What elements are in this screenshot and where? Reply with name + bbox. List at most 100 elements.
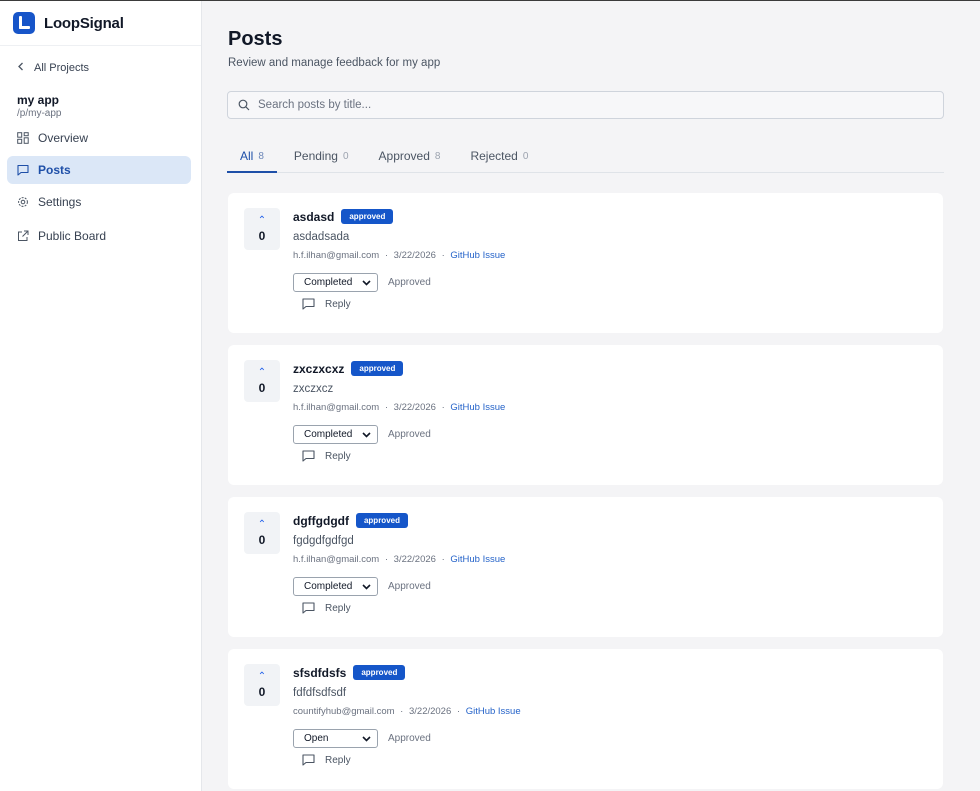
post-header: asdasd approved bbox=[293, 209, 394, 224]
brand[interactable]: LoopSignal bbox=[0, 1, 201, 46]
external-link-icon bbox=[17, 230, 29, 242]
post-meta: h.f.ilhan@gmail.com · 3/22/2026 · GitHub… bbox=[293, 250, 505, 261]
tab-approved[interactable]: Approved 8 bbox=[366, 144, 454, 173]
chevron-down-icon bbox=[362, 278, 371, 288]
meta-separator: · bbox=[384, 250, 389, 261]
reply-button[interactable]: Reply bbox=[302, 450, 351, 462]
tab-count: 8 bbox=[434, 151, 441, 162]
chevron-up-icon: ⌃ bbox=[257, 670, 267, 682]
upvote-button[interactable]: ⌃ 0 bbox=[244, 208, 280, 250]
vote-count: 0 bbox=[258, 228, 266, 243]
meta-separator: · bbox=[441, 554, 445, 565]
sidebar: LoopSignal All Projects my app /p/my-app… bbox=[0, 1, 202, 791]
sidebar-item-overview[interactable]: Overview bbox=[7, 124, 191, 152]
message-square-icon bbox=[302, 602, 315, 614]
tab-rejected[interactable]: Rejected 0 bbox=[457, 144, 541, 173]
status-row: Open Approved bbox=[293, 729, 431, 748]
sidebar-item-posts[interactable]: Posts bbox=[7, 156, 191, 184]
reply-label: Reply bbox=[325, 602, 351, 614]
chevron-up-icon: ⌃ bbox=[257, 518, 267, 530]
post-card: ⌃ 0 dgffgdgdf approved fgdgdfgdfgd h.f.i… bbox=[228, 497, 943, 637]
github-issue-link[interactable]: GitHub Issue bbox=[450, 554, 505, 565]
approval-status: Approved bbox=[388, 429, 431, 440]
tab-label: Rejected bbox=[470, 149, 518, 163]
vote-count: 0 bbox=[258, 532, 266, 547]
tab-label: Pending bbox=[293, 149, 338, 163]
all-projects-label: All Projects bbox=[34, 62, 90, 74]
search-box[interactable] bbox=[227, 91, 944, 119]
status-select[interactable]: Completed bbox=[293, 577, 378, 596]
all-projects-link[interactable]: All Projects bbox=[17, 62, 89, 74]
upvote-button[interactable]: ⌃ 0 bbox=[244, 664, 280, 706]
upvote-button[interactable]: ⌃ 0 bbox=[244, 360, 280, 402]
post-card: ⌃ 0 sfsdfdsfs approved fdfdfsdfsdf count… bbox=[228, 649, 943, 789]
tab-label: Approved bbox=[378, 149, 430, 163]
sidebar-nav: Overview Posts Settings Public Board bbox=[7, 124, 191, 254]
sidebar-item-label: Settings bbox=[38, 195, 82, 209]
post-author: h.f.ilhan@gmail.com bbox=[293, 402, 380, 413]
tab-count: 8 bbox=[258, 151, 264, 162]
page-title: Posts bbox=[228, 28, 283, 50]
meta-separator: · bbox=[441, 250, 445, 261]
chevron-down-icon bbox=[362, 734, 371, 744]
gear-icon bbox=[17, 196, 29, 208]
sidebar-item-settings[interactable]: Settings bbox=[7, 188, 191, 216]
loopsignal-logo-icon bbox=[13, 12, 35, 34]
post-author: h.f.ilhan@gmail.com bbox=[293, 250, 380, 261]
post-header: dgffgdgdf approved bbox=[293, 513, 408, 528]
search-input[interactable] bbox=[258, 99, 918, 111]
post-header: sfsdfdsfs approved bbox=[293, 665, 406, 680]
vote-count: 0 bbox=[258, 380, 266, 395]
post-meta: h.f.ilhan@gmail.com · 3/22/2026 · GitHub… bbox=[293, 554, 505, 565]
github-issue-link[interactable]: GitHub Issue bbox=[466, 706, 521, 717]
status-select-value: Completed bbox=[304, 581, 353, 592]
github-issue-link[interactable]: GitHub Issue bbox=[450, 250, 505, 261]
github-issue-link[interactable]: GitHub Issue bbox=[450, 402, 505, 413]
tab-all[interactable]: All 8 bbox=[227, 144, 277, 173]
reply-button[interactable]: Reply bbox=[302, 602, 351, 614]
meta-separator: · bbox=[456, 706, 461, 717]
message-square-icon bbox=[302, 450, 315, 462]
grid-icon bbox=[17, 132, 29, 144]
post-title: asdasd bbox=[293, 209, 335, 224]
post-body: fgdgdfgdfgd bbox=[293, 535, 354, 547]
status-select[interactable]: Open bbox=[293, 729, 378, 748]
chevron-up-icon: ⌃ bbox=[257, 214, 267, 226]
page-subtitle: Review and manage feedback for my app bbox=[228, 57, 441, 69]
chevron-up-icon: ⌃ bbox=[257, 366, 267, 378]
vote-count: 0 bbox=[258, 684, 266, 699]
post-card: ⌃ 0 asdasd approved asdadsada h.f.ilhan@… bbox=[228, 193, 943, 333]
upvote-button[interactable]: ⌃ 0 bbox=[244, 512, 280, 554]
post-meta: countifyhub@gmail.com · 3/22/2026 · GitH… bbox=[293, 706, 521, 717]
reply-button[interactable]: Reply bbox=[302, 754, 351, 766]
search-icon bbox=[238, 99, 250, 111]
tab-count: 0 bbox=[342, 151, 349, 162]
approval-status: Approved bbox=[388, 581, 431, 592]
status-badge: approved bbox=[341, 209, 394, 224]
status-row: Completed Approved bbox=[293, 425, 431, 444]
post-title: zxczxcxz bbox=[293, 361, 345, 376]
sidebar-item-label: Public Board bbox=[38, 229, 107, 243]
post-author: h.f.ilhan@gmail.com bbox=[293, 554, 380, 565]
status-row: Completed Approved bbox=[293, 273, 431, 292]
status-badge: approved bbox=[355, 513, 408, 528]
chevron-down-icon bbox=[362, 430, 371, 440]
project-path: /p/my-app bbox=[17, 108, 62, 119]
message-square-icon bbox=[17, 164, 29, 176]
chevron-down-icon bbox=[362, 582, 371, 592]
approval-status: Approved bbox=[388, 733, 431, 744]
status-select[interactable]: Completed bbox=[293, 273, 378, 292]
meta-separator: · bbox=[384, 554, 389, 565]
sidebar-item-public-board[interactable]: Public Board bbox=[7, 222, 191, 250]
reply-button[interactable]: Reply bbox=[302, 298, 351, 310]
message-square-icon bbox=[302, 298, 315, 310]
message-square-icon bbox=[302, 754, 315, 766]
post-title: dgffgdgdf bbox=[293, 513, 349, 528]
status-select[interactable]: Completed bbox=[293, 425, 378, 444]
status-tabs: All 8 Pending 0 Approved 8 Rejected 0 bbox=[227, 144, 944, 173]
chevron-left-icon bbox=[17, 62, 27, 74]
status-row: Completed Approved bbox=[293, 577, 431, 596]
post-date: 3/22/2026 bbox=[393, 554, 436, 565]
tab-pending[interactable]: Pending 0 bbox=[281, 144, 362, 173]
status-select-value: Completed bbox=[304, 277, 353, 288]
